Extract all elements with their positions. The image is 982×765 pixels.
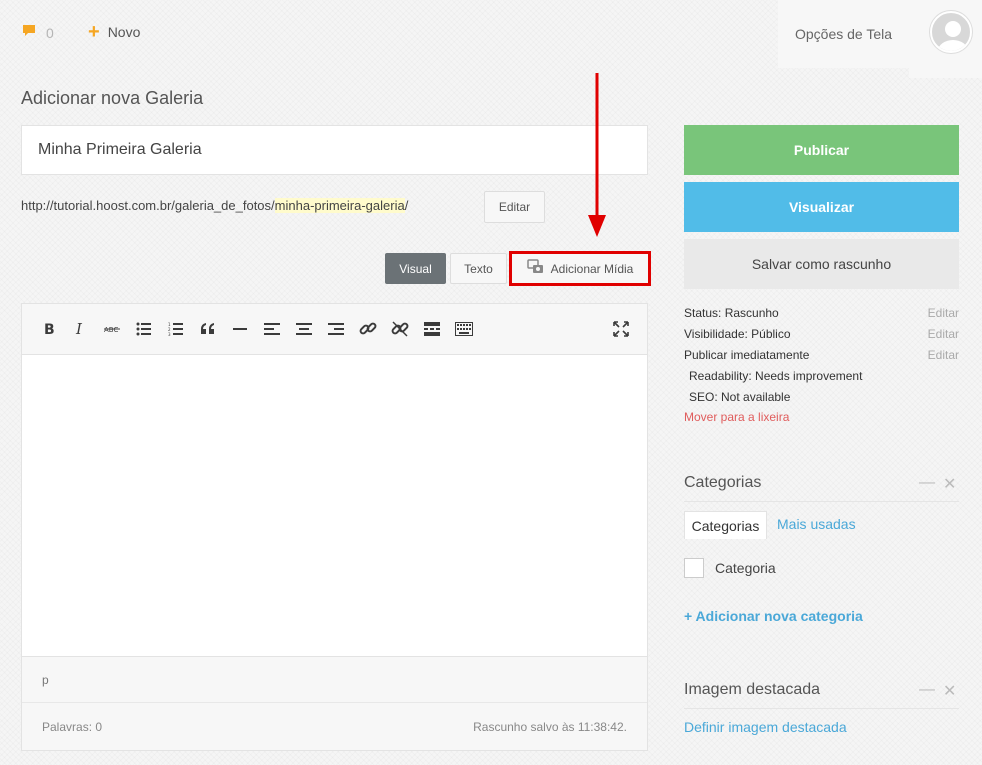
permalink-suffix: /: [404, 198, 409, 213]
schedule-text: Publicar imediatamente: [684, 348, 810, 362]
page-title: Adicionar nova Galeria: [21, 88, 204, 108]
svg-text:ABC: ABC: [104, 326, 118, 334]
edit-status-link[interactable]: Editar: [928, 306, 959, 320]
close-featured-image-icon[interactable]: ✕: [943, 681, 956, 701]
categories-divider: [684, 501, 959, 502]
autosave-status: Rascunho salvo às 11:38:42.: [473, 719, 627, 734]
collapse-categories-icon[interactable]: —: [919, 474, 935, 492]
featured-image-divider: [684, 708, 959, 709]
new-content-button[interactable]: + Novo: [88, 21, 141, 43]
media-icon: [526, 259, 545, 278]
add-new-category-link[interactable]: + Adicionar nova categoria: [684, 608, 863, 624]
read-more-icon[interactable]: [421, 318, 443, 340]
permalink-base: http://tutorial.hoost.com.br/galeria_de_…: [21, 198, 275, 213]
category-label: Categoria: [715, 560, 776, 576]
tab-most-used[interactable]: Mais usadas: [777, 516, 856, 532]
align-center-icon[interactable]: [293, 318, 315, 340]
tab-text[interactable]: Texto: [450, 253, 507, 284]
schedule-row: Publicar imediatamente Editar: [684, 348, 959, 362]
move-to-trash-link[interactable]: Mover para a lixeira: [684, 410, 789, 424]
category-checkbox[interactable]: [684, 558, 704, 578]
comments-indicator[interactable]: 0: [22, 24, 54, 41]
avatar[interactable]: [930, 11, 972, 53]
status-text: Status: Rascunho: [684, 306, 779, 320]
horizontal-rule-icon[interactable]: [229, 318, 251, 340]
align-left-icon[interactable]: [261, 318, 283, 340]
svg-text:I: I: [75, 322, 83, 336]
edit-schedule-link[interactable]: Editar: [928, 348, 959, 362]
featured-image-box-title: Imagem destacada: [684, 681, 821, 698]
numbered-list-icon[interactable]: 123: [165, 318, 187, 340]
tab-all-categories-label: Categorias: [691, 517, 760, 534]
tab-all-categories[interactable]: Categorias: [684, 511, 767, 539]
visibility-row: Visibilidade: Público Editar: [684, 327, 959, 341]
content-editor[interactable]: B I ABC 123 p Palavras: 0 Rascunho salvo…: [21, 303, 648, 751]
svg-text:3: 3: [168, 332, 171, 336]
word-count: Palavras: 0: [42, 719, 103, 734]
preview-button[interactable]: Visualizar: [684, 182, 959, 232]
svg-text:B: B: [44, 322, 55, 336]
post-title-input[interactable]: Minha Primeira Galeria: [21, 125, 648, 175]
screen-options-button[interactable]: Opções de Tela: [778, 0, 909, 68]
comments-count: 0: [46, 24, 54, 41]
save-draft-button[interactable]: Salvar como rascunho: [684, 239, 959, 289]
set-featured-image-link[interactable]: Definir imagem destacada: [684, 719, 847, 735]
add-media-label: Adicionar Mídia: [550, 261, 634, 276]
readability-status: Readability: Needs improvement: [689, 369, 863, 383]
annotation-arrow-icon: [588, 73, 606, 237]
save-draft-label: Salvar como rascunho: [751, 256, 892, 272]
seo-status: SEO: Not available: [689, 390, 791, 404]
publish-button[interactable]: Publicar: [684, 125, 959, 175]
editor-status-bar: Palavras: 0 Rascunho salvo às 11:38:42.: [22, 702, 647, 750]
post-title-value: Minha Primeira Galeria: [38, 141, 202, 158]
comment-icon: [22, 24, 36, 41]
element-path-bar: p: [22, 656, 647, 702]
screen-options-label: Opções de Tela: [794, 26, 893, 42]
permalink-slug[interactable]: minha-primeira-galeria: [274, 198, 405, 213]
visibility-text: Visibilidade: Público: [684, 327, 791, 341]
edit-permalink-button[interactable]: Editar: [484, 191, 545, 223]
remove-link-icon[interactable]: [389, 318, 411, 340]
strikethrough-icon[interactable]: ABC: [101, 318, 123, 340]
editor-toolbar: B I ABC 123: [22, 304, 647, 355]
new-label: Novo: [107, 24, 141, 40]
status-row: Status: Rascunho Editar: [684, 306, 959, 320]
tab-text-label: Texto: [464, 261, 493, 276]
publish-label: Publicar: [793, 142, 850, 158]
edit-permalink-label: Editar: [498, 200, 531, 214]
add-media-button[interactable]: Adicionar Mídia: [509, 251, 651, 286]
bold-icon[interactable]: B: [38, 318, 60, 340]
tab-visual[interactable]: Visual: [385, 253, 446, 284]
bullet-list-icon[interactable]: [133, 318, 155, 340]
element-path[interactable]: p: [42, 673, 49, 687]
close-categories-icon[interactable]: ✕: [943, 474, 956, 494]
edit-visibility-link[interactable]: Editar: [928, 327, 959, 341]
italic-icon[interactable]: I: [69, 318, 91, 340]
categories-box-title: Categorias: [684, 474, 762, 491]
permalink: http://tutorial.hoost.com.br/galeria_de_…: [21, 198, 408, 213]
collapse-featured-image-icon[interactable]: —: [919, 681, 935, 699]
toolbar-toggle-icon[interactable]: [453, 318, 475, 340]
insert-link-icon[interactable]: [357, 318, 379, 340]
blockquote-icon[interactable]: [197, 318, 219, 340]
fullscreen-icon[interactable]: [610, 318, 632, 340]
preview-label: Visualizar: [788, 199, 855, 215]
align-right-icon[interactable]: [325, 318, 347, 340]
tab-visual-label: Visual: [399, 261, 432, 276]
plus-icon: +: [88, 21, 100, 43]
